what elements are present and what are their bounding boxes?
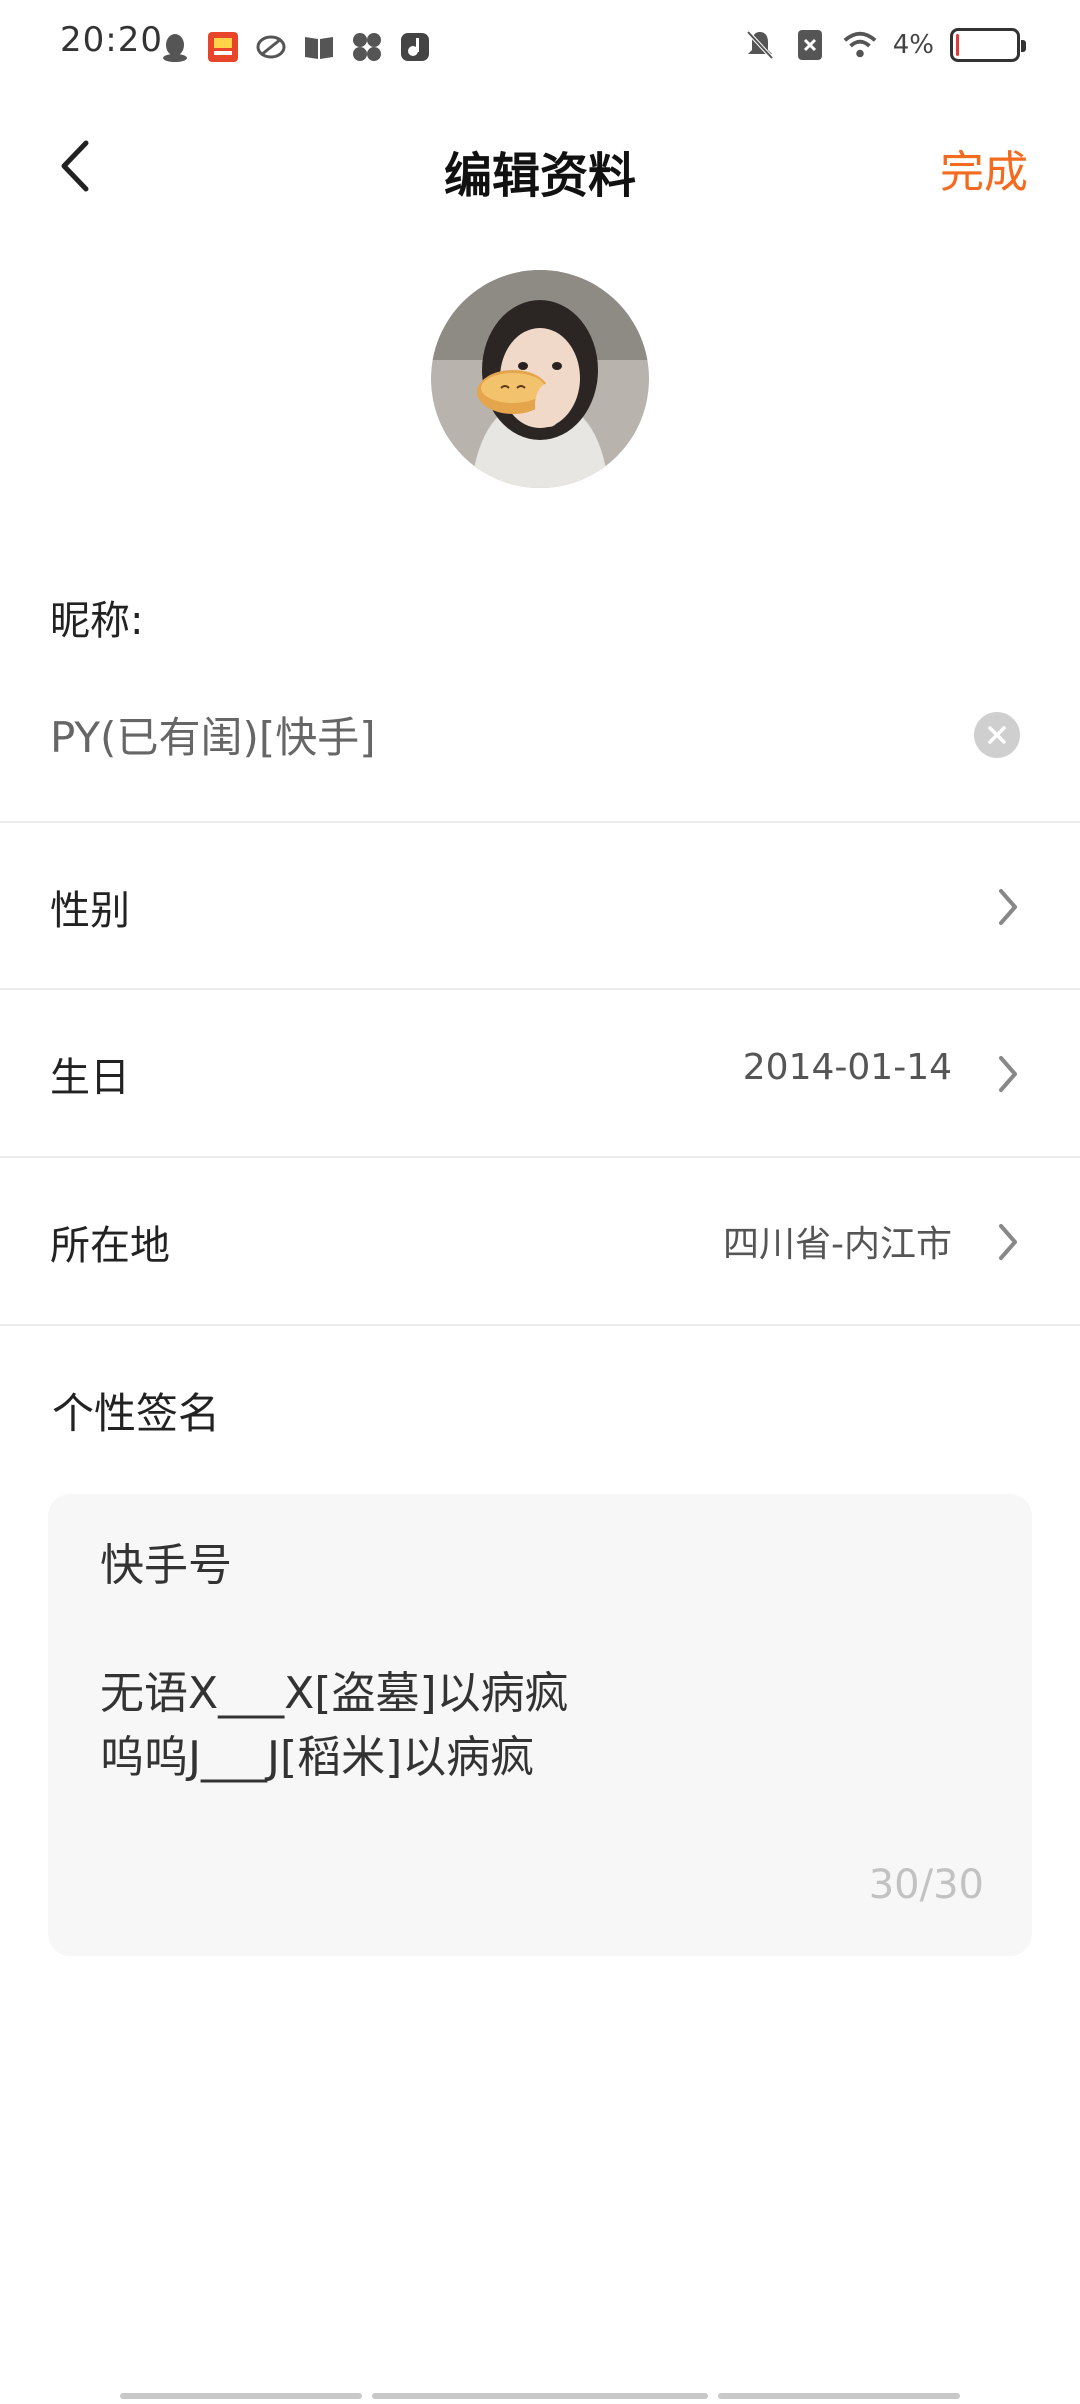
battery-percent: 4% [892, 30, 934, 60]
signature-label: 个性签名 [52, 1389, 221, 1438]
chevron-right-icon [988, 882, 1028, 932]
close-icon [988, 726, 1006, 744]
qq-icon [158, 30, 192, 64]
sim-off-icon [793, 28, 827, 62]
gesture-segment [120, 2393, 363, 2399]
chevron-right-icon [988, 1217, 1028, 1267]
top-app-bar: 编辑资料 完成 [0, 100, 1080, 232]
music-icon [398, 30, 432, 64]
nickname-label: 昵称: [50, 598, 144, 644]
divider [0, 1324, 1080, 1326]
gender-row[interactable]: 性别 [0, 822, 1080, 988]
mute-icon [743, 28, 777, 62]
avatar[interactable] [431, 270, 649, 488]
clear-nickname-button[interactable] [974, 712, 1020, 758]
signature-textarea[interactable]: 快手号 无语X___X[盗墓]以病疯 呜呜J___J[稻米]以病疯 30/30 [48, 1494, 1032, 1956]
status-time: 20:20 [60, 20, 163, 60]
gesture-bar [120, 2393, 961, 2399]
wifi-icon [843, 28, 877, 62]
battery-icon [950, 28, 1026, 62]
location-value: 四川省-内江市 [723, 1224, 952, 1265]
page-title: 编辑资料 [443, 148, 636, 204]
nickname-input[interactable]: PY(已有闺)[快手] [50, 704, 376, 765]
gesture-segment [372, 2393, 708, 2399]
status-right-icons: 4% [743, 28, 1026, 62]
book-icon [302, 30, 336, 64]
location-label: 所在地 [50, 1223, 170, 1269]
status-bar: 20:20 4% [0, 0, 1080, 92]
birthday-row[interactable]: 生日 2014-01-14 [0, 989, 1080, 1155]
signature-text: 快手号 无语X___X[盗墓]以病疯 呜呜J___J[稻米]以病疯 [100, 1540, 569, 1783]
done-button[interactable]: 完成 [940, 136, 1028, 200]
birthday-label: 生日 [50, 1055, 130, 1101]
birthday-value: 2014-01-14 [742, 1047, 952, 1088]
status-left-icons [158, 30, 432, 64]
battery-fill [956, 34, 959, 56]
gender-label: 性别 [50, 888, 130, 934]
gesture-segment [717, 2393, 961, 2399]
chevron-right-icon [988, 1049, 1028, 1099]
pinwheel-icon [350, 30, 384, 64]
app-badge-icon [206, 30, 240, 64]
signature-char-count: 30/30 [868, 1862, 984, 1908]
location-row[interactable]: 所在地 四川省-内江市 [0, 1157, 1080, 1323]
browser-icon [254, 30, 288, 64]
